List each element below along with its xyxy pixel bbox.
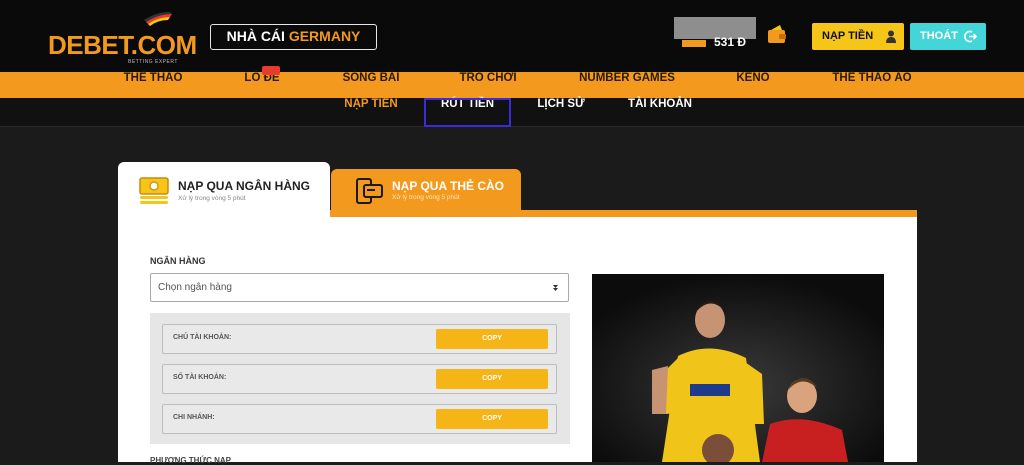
logout-icon [964,30,977,43]
new-badge [262,66,280,75]
tab-bank-deposit[interactable]: NẠP QUA NGÂN HÀNG Xử lý trong vòng 5 phú… [118,162,330,220]
badge-accent: GERMANY [288,28,361,44]
wallet-icon[interactable] [766,24,788,46]
subnav-deposit[interactable]: NẠP TIỀN [330,98,412,127]
balance-bar [682,40,706,47]
tab-card-subtitle: Xử lý trong vòng 5 phút [392,194,460,201]
nav-item-lottery[interactable]: LÔ ĐỀ [224,72,300,98]
account-holder-row: CHỦ TÀI KHOẢN: COPY [162,324,557,354]
subnav-withdraw[interactable]: RÚT TIỀN [424,98,511,127]
bank-icon [139,177,169,204]
account-number-row: SỐ TÀI KHOẢN: COPY [162,364,557,394]
main-nav: THỂ THAO LÔ ĐỀ SÒNG BÀI TRÒ CHƠI NUMBER … [0,72,1024,98]
copy-button[interactable]: COPY [436,409,548,429]
deposit-button[interactable]: NẠP TIỀN [812,23,904,50]
card-icon [356,178,383,204]
nav-item-virtual-sports[interactable]: THỂ THAO ẢO [810,72,934,98]
tab-card-deposit[interactable]: NẠP QUA THẺ CÀO Xử lý trong vòng 5 phút [331,169,521,211]
branch-row: CHI NHÁNH: COPY [162,404,557,434]
logout-label: THOÁT [920,30,958,42]
copy-button[interactable]: COPY [436,369,548,389]
method-label: PHƯƠNG THỨC NẠP [150,456,231,465]
logout-button[interactable]: THOÁT [910,23,986,50]
tab-bank-title: NẠP QUA NGÂN HÀNG [178,179,311,193]
tab-card-title: NẠP QUA THẺ CÀO [392,179,505,193]
brand-badge: NHÀ CÁI GERMANY [210,24,377,50]
sub-nav: NẠP TIỀN RÚT TIỀN LỊCH SỬ TÀI KHOẢN [0,98,1024,127]
account-info-box: CHỦ TÀI KHOẢN: COPY SỐ TÀI KHOẢN: COPY C… [150,313,570,444]
subnav-account[interactable]: TÀI KHOẢN [610,98,710,127]
account-holder-label: CHỦ TÀI KHOẢN: [173,334,232,341]
tab-underline [330,210,917,217]
caret-icon [553,285,558,291]
balance-value: 531 Đ [714,35,747,49]
nav-item-number-games[interactable]: NUMBER GAMES [560,72,694,98]
badge-prefix: NHÀ CÁI [226,28,285,44]
subnav-history[interactable]: LỊCH SỬ [524,98,598,127]
bank-select-value: Chọn ngân hàng [158,282,232,293]
tab-bank-subtitle: Xử lý trong vòng 5 phút [178,195,246,202]
footballers-image [592,274,884,462]
account-number-label: SỐ TÀI KHOẢN: [173,374,227,381]
deposit-label: NẠP TIỀN [822,30,874,42]
logo-text: DEBET.COM [48,30,197,60]
nav-item-keno[interactable]: KENO [718,72,788,98]
bank-label: NGÂN HÀNG [150,256,206,266]
logo[interactable]: DEBET.COM BETTING EXPERT [48,12,198,65]
nav-item-games[interactable]: TRÒ CHƠI [440,72,536,98]
user-icon [886,30,896,43]
bank-select[interactable]: Chọn ngân hàng [150,273,569,302]
branch-label: CHI NHÁNH: [173,414,215,421]
nav-item-casino[interactable]: SÒNG BÀI [324,72,418,98]
nav-item-sports[interactable]: THỂ THAO [104,72,202,98]
promo-banner [592,274,884,462]
copy-button[interactable]: COPY [436,329,548,349]
flag-icon [144,12,172,26]
logo-tagline: BETTING EXPERT [128,59,178,65]
